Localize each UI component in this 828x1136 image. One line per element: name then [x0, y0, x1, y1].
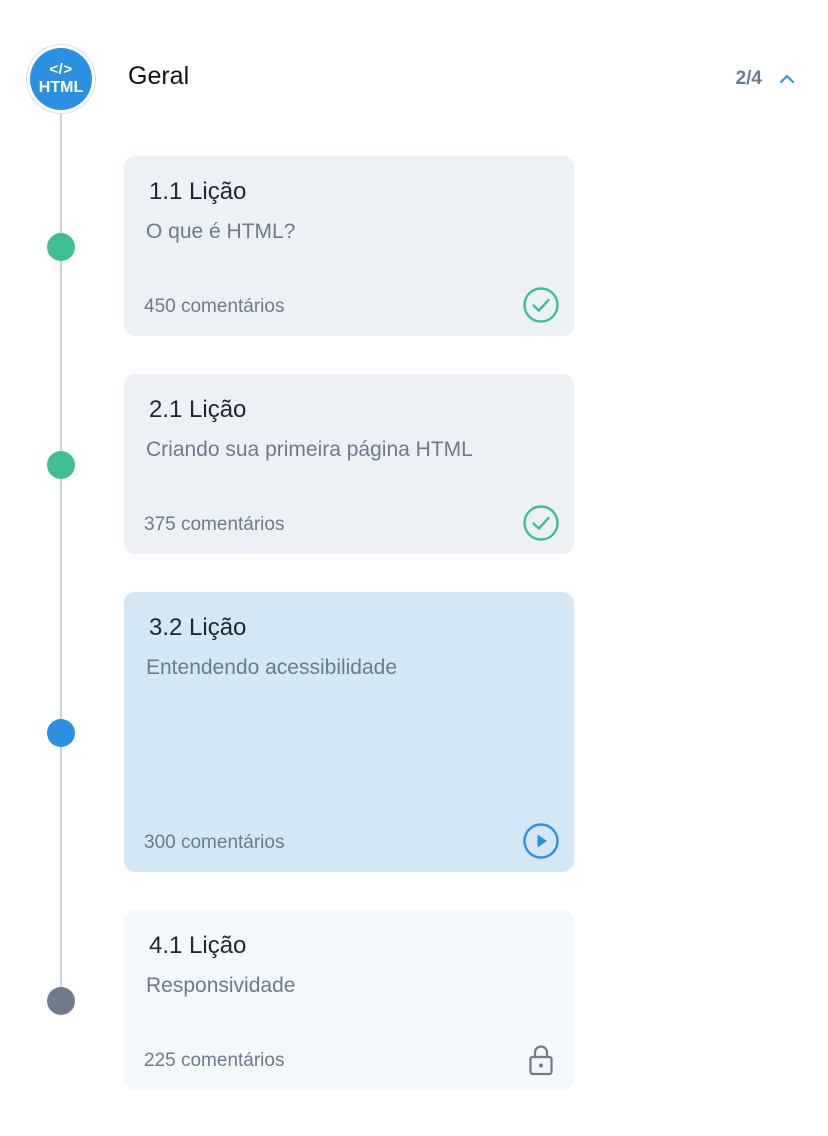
timeline-dot-completed [47, 233, 75, 261]
lesson-title: 3.2 Lição [149, 614, 247, 641]
badge-code: </> [49, 61, 73, 78]
section-toggle[interactable]: 2/4 [736, 68, 796, 90]
course-badge: </> HTML [27, 45, 95, 113]
lesson-card[interactable]: 2.1 Lição Criando sua primeira página HT… [124, 374, 574, 554]
section-title: Geral [128, 62, 190, 90]
lesson-subtitle: Responsividade [146, 974, 296, 997]
lesson-card-active[interactable]: 3.2 Lição Entendendo acessibilidade 300 … [124, 592, 574, 872]
lesson-comments: 300 comentários [144, 832, 285, 853]
lesson-card-locked[interactable]: 4.1 Lição Responsividade 225 comentários [124, 910, 574, 1090]
timeline-dot-completed [47, 451, 75, 479]
check-circle-icon [523, 505, 559, 541]
lesson-subtitle: Entendendo acessibilidade [146, 656, 398, 679]
lesson-subtitle: O que é HTML? [146, 220, 296, 243]
lesson-subtitle: Criando sua primeira página HTML [146, 438, 473, 461]
lesson-comments: 375 comentários [144, 514, 285, 535]
play-circle-icon[interactable] [522, 822, 560, 860]
check-circle-icon [523, 287, 559, 323]
chevron-up-icon [780, 75, 794, 83]
html-code-icon: </> HTML [30, 48, 92, 110]
lesson-comments: 450 comentários [144, 296, 285, 317]
timeline-dot-locked [47, 987, 75, 1015]
lesson-card[interactable]: 1.1 Lição O que é HTML? 450 comentários [124, 156, 574, 336]
timeline-dot-current [47, 719, 75, 747]
lesson-title: 1.1 Lição [149, 178, 247, 205]
lesson-comments: 225 comentários [144, 1050, 285, 1071]
progress-count: 2/4 [735, 68, 762, 89]
lock-icon [529, 1045, 553, 1076]
lesson-title: 4.1 Lição [149, 932, 247, 959]
badge-label: HTML [38, 79, 84, 96]
lesson-title: 2.1 Lição [149, 396, 247, 423]
